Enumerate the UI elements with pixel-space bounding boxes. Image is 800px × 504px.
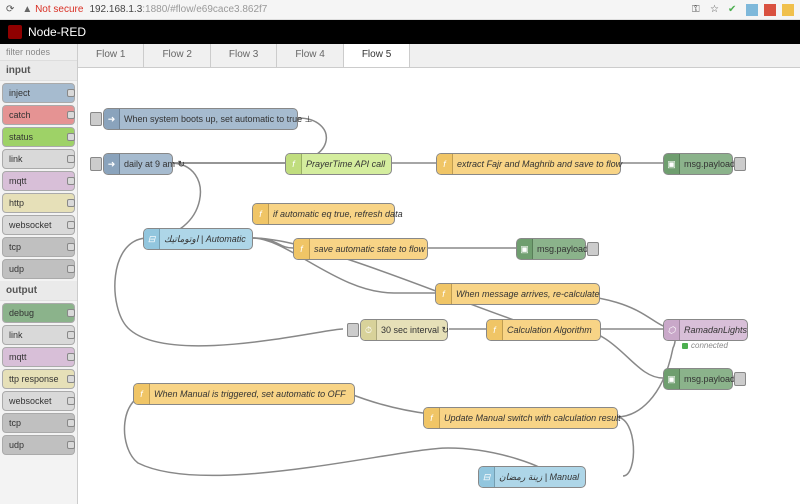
inject-button-icon[interactable] <box>347 323 359 337</box>
node-debug-2[interactable]: ▣msg.payload <box>516 238 586 260</box>
debug-icon: ▣ <box>664 369 680 389</box>
function-icon: f <box>294 239 310 259</box>
palette-inject[interactable]: inject <box>2 83 75 103</box>
node-interval[interactable]: ⏱30 sec interval ↻ <box>360 319 448 341</box>
palette-http[interactable]: http <box>2 193 75 213</box>
switch-icon: ⊟ <box>144 229 160 249</box>
inject-button-icon[interactable] <box>90 112 102 126</box>
app-title: Node-RED <box>28 25 86 39</box>
function-icon: f <box>437 154 453 174</box>
palette-websocket-out[interactable]: websocket <box>2 391 75 411</box>
node-daily-inject[interactable]: ➜daily at 9 am ↻ <box>103 153 173 175</box>
palette-mqtt[interactable]: mqtt <box>2 171 75 191</box>
debug-toggle-icon[interactable] <box>734 372 746 386</box>
arrow-icon: ➜ <box>104 154 120 174</box>
function-icon: f <box>487 320 503 340</box>
switch-icon: ⊟ <box>479 467 495 487</box>
function-icon: f <box>286 154 302 174</box>
palette-status[interactable]: status <box>2 127 75 147</box>
palette-tcp[interactable]: tcp <box>2 237 75 257</box>
palette-websocket[interactable]: websocket <box>2 215 75 235</box>
palette-sidebar: filter nodes input inject catch status l… <box>0 44 78 504</box>
browser-actions: ⚿ ☆ ✔ <box>692 4 794 16</box>
function-icon: f <box>424 408 440 428</box>
mqtt-icon: ⬡ <box>664 320 680 340</box>
palette-debug[interactable]: debug <box>2 303 75 323</box>
filter-nodes-input[interactable]: filter nodes <box>0 44 77 61</box>
timer-icon: ⏱ <box>361 320 377 340</box>
function-icon: f <box>253 204 269 224</box>
ext-icon-3[interactable] <box>782 4 794 16</box>
node-extract-fajr[interactable]: fextract Fajr and Maghrib and save to fl… <box>436 153 621 175</box>
url-display[interactable]: 192.168.1.3:1880/#flow/e69cace3.862f7 <box>89 4 267 15</box>
palette-tcp-out[interactable]: tcp <box>2 413 75 433</box>
flow-canvas[interactable]: ➜When system boots up, set automatic to … <box>78 68 800 504</box>
check-icon[interactable]: ✔ <box>728 4 740 16</box>
node-update-manual[interactable]: fUpdate Manual switch with calculation r… <box>423 407 618 429</box>
node-calc[interactable]: fCalculation Algorithm <box>486 319 601 341</box>
flow-tabs: Flow 1 Flow 2 Flow 3 Flow 4 Flow 5 <box>78 44 800 68</box>
tab-flow-5[interactable]: Flow 5 <box>344 44 410 67</box>
node-debug-3[interactable]: ▣msg.payload <box>663 368 733 390</box>
node-if-auto[interactable]: fif automatic eq true, refresh data <box>252 203 395 225</box>
tab-flow-1[interactable]: Flow 1 <box>78 44 144 67</box>
reload-icon[interactable]: ⟳ <box>6 4 14 15</box>
function-icon: f <box>436 284 452 304</box>
workspace: Flow 1 Flow 2 Flow 3 Flow 4 Flow 5 <box>78 44 800 504</box>
category-input[interactable]: input <box>0 61 77 81</box>
status-connected: connected <box>682 341 728 350</box>
palette-link[interactable]: link <box>2 149 75 169</box>
node-automatic-switch[interactable]: ⊟اوتوماتيك | Automatic <box>143 228 253 250</box>
palette-http-response[interactable]: ttp response <box>2 369 75 389</box>
tab-flow-4[interactable]: Flow 4 <box>277 44 343 67</box>
browser-address-bar: ⟳ ▲ Not secure 192.168.1.3:1880/#flow/e6… <box>0 0 800 20</box>
node-debug-1[interactable]: ▣msg.payload <box>663 153 733 175</box>
key-icon[interactable]: ⚿ <box>692 4 704 16</box>
not-secure-warning: ▲ Not secure <box>22 4 89 15</box>
node-prayer-api[interactable]: fPrayerTime API call <box>285 153 392 175</box>
node-boot-inject[interactable]: ➜When system boots up, set automatic to … <box>103 108 298 130</box>
palette-mqtt-out[interactable]: mqtt <box>2 347 75 367</box>
debug-icon: ▣ <box>664 154 680 174</box>
node-manual-switch[interactable]: ⊟زينة رمضان | Manual <box>478 466 586 488</box>
star-icon[interactable]: ☆ <box>710 4 722 16</box>
arrow-icon: ➜ <box>104 109 120 129</box>
category-output[interactable]: output <box>0 281 77 301</box>
debug-icon: ▣ <box>517 239 533 259</box>
tab-flow-2[interactable]: Flow 2 <box>144 44 210 67</box>
node-ramadan-lights[interactable]: ⬡RamadanLights connected <box>663 319 748 341</box>
palette-link-out[interactable]: link <box>2 325 75 345</box>
node-recalc[interactable]: fWhen message arrives, re-calculate <box>435 283 600 305</box>
inject-button-icon[interactable] <box>90 157 102 171</box>
debug-toggle-icon[interactable] <box>734 157 746 171</box>
function-icon: f <box>134 384 150 404</box>
tab-flow-3[interactable]: Flow 3 <box>211 44 277 67</box>
node-save-auto[interactable]: fsave automatic state to flow <box>293 238 428 260</box>
node-manual-trigger[interactable]: fWhen Manual is triggered, set automatic… <box>133 383 355 405</box>
debug-toggle-icon[interactable] <box>587 242 599 256</box>
palette-catch[interactable]: catch <box>2 105 75 125</box>
ext-icon-1[interactable] <box>746 4 758 16</box>
ext-icon-2[interactable] <box>764 4 776 16</box>
node-red-logo-icon <box>8 25 22 39</box>
palette-udp[interactable]: udp <box>2 259 75 279</box>
app-header: Node-RED <box>0 20 800 44</box>
palette-udp-out[interactable]: udp <box>2 435 75 455</box>
